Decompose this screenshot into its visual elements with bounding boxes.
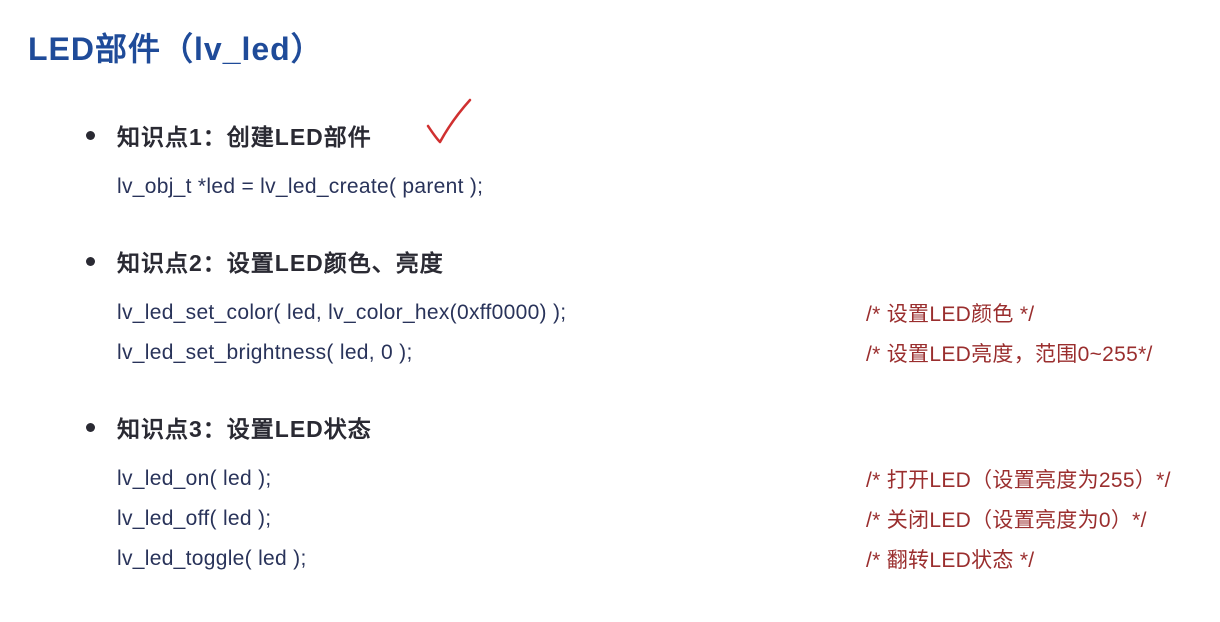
code-comment: /* 翻转LED状态 */ [826,544,1034,574]
section-1: 知识点1：创建LED部件 lv_obj_t *led = lv_led_crea… [86,118,1192,202]
code-text: lv_obj_t *led = lv_led_create( parent ); [117,175,483,199]
code-text: lv_led_off( led ); [117,507,271,531]
code-line-3-1: lv_led_off( led ); /* 关闭LED（设置亮度为0）*/ [86,504,1192,534]
section-3: 知识点3：设置LED状态 lv_led_on( led ); /* 打开LED（… [86,410,1192,574]
code-comment: /* 设置LED颜色 */ [826,298,1034,328]
section-2-heading: 知识点2：设置LED颜色、亮度 [117,244,444,278]
code-comment: /* 设置LED亮度，范围0~255*/ [826,338,1153,368]
code-text: lv_led_toggle( led ); [117,547,307,571]
section-3-heading-row: 知识点3：设置LED状态 [86,410,1192,444]
content-area: 知识点1：创建LED部件 lv_obj_t *led = lv_led_crea… [28,118,1192,574]
code-text: lv_led_on( led ); [117,467,272,491]
code-line-2-1: lv_led_set_brightness( led, 0 ); /* 设置LE… [86,338,1192,368]
bullet-icon [86,257,95,266]
section-1-heading-row: 知识点1：创建LED部件 [86,118,1192,152]
code-line-3-0: lv_led_on( led ); /* 打开LED（设置亮度为255）*/ [86,464,1192,494]
code-comment: /* 关闭LED（设置亮度为0）*/ [826,504,1147,534]
code-text: lv_led_set_color( led, lv_color_hex(0xff… [117,301,566,325]
code-line-2-0: lv_led_set_color( led, lv_color_hex(0xff… [86,298,1192,328]
code-line-3-2: lv_led_toggle( led ); /* 翻转LED状态 */ [86,544,1192,574]
section-1-heading: 知识点1：创建LED部件 [117,118,372,152]
section-3-heading: 知识点3：设置LED状态 [117,410,372,444]
page-title: LED部件（lv_led） [28,24,1192,70]
code-comment: /* 打开LED（设置亮度为255）*/ [826,464,1171,494]
checkmark-icon [422,90,482,150]
code-text: lv_led_set_brightness( led, 0 ); [117,341,413,365]
section-2-heading-row: 知识点2：设置LED颜色、亮度 [86,244,1192,278]
code-line-1-0: lv_obj_t *led = lv_led_create( parent ); [86,172,1192,202]
bullet-icon [86,131,95,140]
section-2: 知识点2：设置LED颜色、亮度 lv_led_set_color( led, l… [86,244,1192,368]
bullet-icon [86,423,95,432]
